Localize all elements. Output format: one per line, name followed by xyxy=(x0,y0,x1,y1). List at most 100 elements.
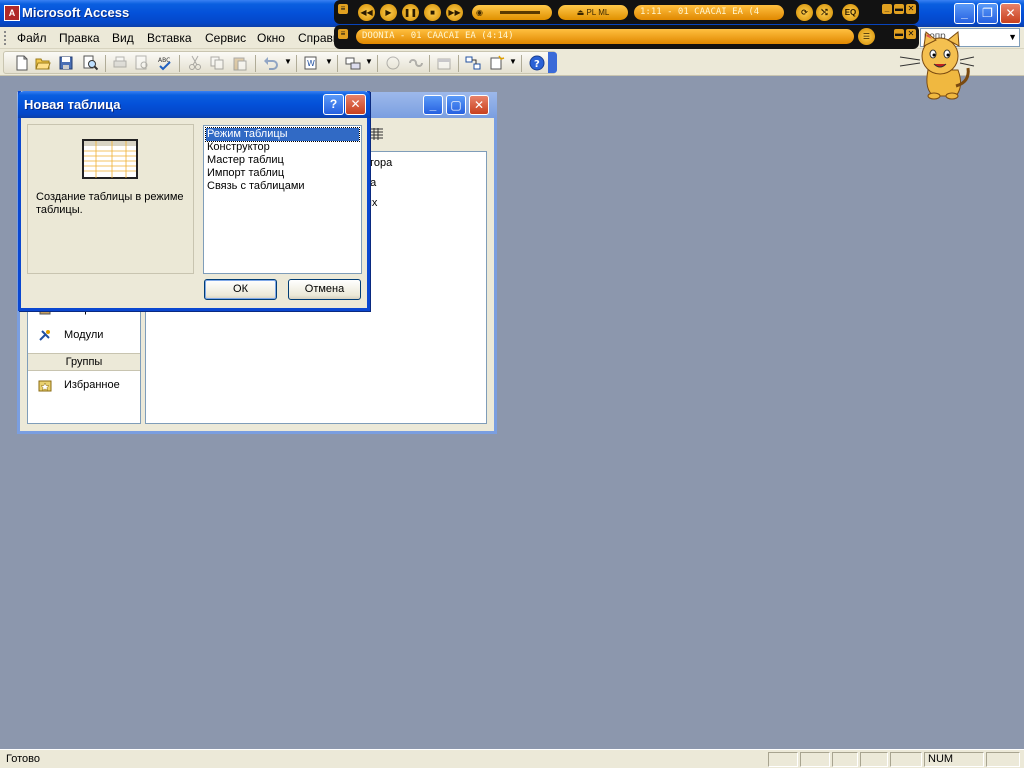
pause-icon[interactable]: ❚❚ xyxy=(402,4,419,21)
table-mode-list[interactable]: Режим таблицы Конструктор Мастер таблиц … xyxy=(203,125,362,274)
new-icon[interactable] xyxy=(14,55,30,71)
dialog-close-button[interactable]: ✕ xyxy=(345,94,366,115)
option-table-wizard[interactable]: Мастер таблиц xyxy=(206,154,359,167)
favorites-icon xyxy=(38,380,52,392)
menu-tools[interactable]: Сервис xyxy=(205,31,246,45)
db-close-button[interactable]: ✕ xyxy=(469,95,489,115)
close-button[interactable]: ✕ xyxy=(1000,3,1021,24)
dialog-help-button[interactable]: ? xyxy=(323,94,344,115)
search-icon[interactable] xyxy=(82,55,98,71)
new-table-dialog: Новая таблица ? ✕ Создание таблицы в реж… xyxy=(18,91,370,311)
access-app-icon: A xyxy=(4,5,20,21)
playlist-list-icon[interactable]: ☰ xyxy=(858,28,875,45)
details-view-icon[interactable] xyxy=(370,127,384,141)
playlist-track-display: DOONIA - 01 CAACAI EA (4:14) xyxy=(356,29,854,44)
spelling-icon[interactable]: ABC xyxy=(157,55,173,71)
save-icon[interactable] xyxy=(58,55,74,71)
option-design-view[interactable]: Конструктор xyxy=(206,141,359,154)
num-lock-indicator: NUM xyxy=(924,752,984,767)
option-datasheet-view[interactable]: Режим таблицы xyxy=(205,127,360,142)
option-import-table[interactable]: Импорт таблиц xyxy=(206,167,359,180)
player-shade-icon[interactable]: ▬ xyxy=(894,4,904,14)
dialog-title: Новая таблица xyxy=(24,97,121,112)
new-object-dropdown-icon[interactable]: ▼ xyxy=(509,57,517,66)
toolbar-separator xyxy=(337,55,338,72)
status-indicator xyxy=(860,752,888,767)
toolbar-separator xyxy=(521,55,522,72)
toolbar-separator xyxy=(377,55,378,72)
db-maximize-button[interactable]: ▢ xyxy=(446,95,466,115)
cut-icon[interactable] xyxy=(187,55,203,71)
office-links-icon[interactable]: W xyxy=(303,55,319,71)
menu-view[interactable]: Вид xyxy=(112,31,134,45)
status-text: Готово xyxy=(6,753,40,765)
status-indicator xyxy=(986,752,1020,767)
option-link-table[interactable]: Связь с таблицами xyxy=(206,180,359,193)
play-icon[interactable]: ▶ xyxy=(380,4,397,21)
chevron-down-icon[interactable]: ▼ xyxy=(1008,32,1017,42)
help-icon[interactable]: ? xyxy=(529,55,545,71)
undo-dropdown-icon[interactable]: ▼ xyxy=(284,57,292,66)
modules-icon xyxy=(39,330,50,341)
menu-insert[interactable]: Вставка xyxy=(147,31,192,45)
toolbar-options-chevron[interactable] xyxy=(548,52,557,73)
eject-icon[interactable]: ⏏ xyxy=(577,8,585,17)
player-pl-label[interactable]: PL xyxy=(586,8,596,17)
repeat-icon[interactable]: ⟳ xyxy=(796,4,813,21)
properties-icon[interactable] xyxy=(436,55,452,71)
svg-text:W: W xyxy=(307,59,315,68)
next-track-icon[interactable]: ▶▶ xyxy=(446,4,463,21)
player-minimize-icon[interactable]: _ xyxy=(882,4,892,14)
copy-icon[interactable] xyxy=(209,55,225,71)
print-preview-icon[interactable] xyxy=(134,55,150,71)
stop-icon[interactable]: ■ xyxy=(424,4,441,21)
player-close-icon[interactable]: ✕ xyxy=(906,4,916,14)
media-player: ≡ ◀◀ ▶ ❚❚ ■ ▶▶ ◉ ⏏ PL ML 1:11 - 01 CAACA… xyxy=(334,0,919,50)
minimize-button[interactable]: _ xyxy=(954,3,975,24)
object-modules-label: Модули xyxy=(64,328,104,341)
svg-text:?: ? xyxy=(534,59,540,70)
group-favorites-label: Избранное xyxy=(64,378,120,391)
relationships-icon[interactable] xyxy=(465,55,481,71)
script-icon[interactable] xyxy=(408,55,424,71)
undo-icon[interactable] xyxy=(263,55,279,71)
status-indicator xyxy=(832,752,858,767)
toolbar-separator xyxy=(105,55,106,72)
preview-panel: Создание таблицы в режиме таблицы. xyxy=(27,124,194,274)
shuffle-icon[interactable]: ⤭ xyxy=(816,4,833,21)
code-icon[interactable] xyxy=(385,55,401,71)
player-menu-icon[interactable]: ≡ xyxy=(338,4,348,14)
office-links-dropdown-icon[interactable]: ▼ xyxy=(325,57,333,66)
menu-edit[interactable]: Правка xyxy=(59,31,100,45)
paste-icon[interactable] xyxy=(232,55,248,71)
analyze-icon[interactable] xyxy=(345,55,361,71)
cancel-button[interactable]: Отмена xyxy=(288,279,361,300)
previous-track-icon[interactable]: ◀◀ xyxy=(358,4,375,21)
new-object-icon[interactable] xyxy=(489,55,505,71)
db-minimize-button[interactable]: _ xyxy=(423,95,443,115)
volume-slider[interactable]: ◉ xyxy=(472,5,552,20)
status-indicator xyxy=(768,752,798,767)
restore-button[interactable]: ❐ xyxy=(977,3,998,24)
menubar-grip[interactable] xyxy=(4,31,7,45)
player-ml-label[interactable]: ML xyxy=(598,8,609,17)
playlist-menu-icon[interactable]: ≡ xyxy=(338,29,348,39)
print-icon[interactable] xyxy=(112,55,128,71)
menu-file[interactable]: Файл xyxy=(17,31,47,45)
player-eject-group[interactable]: ⏏ PL ML xyxy=(558,5,628,20)
ok-button[interactable]: ОК xyxy=(204,279,277,300)
menu-window[interactable]: Окно xyxy=(257,31,285,45)
dialog-title-bar: Новая таблица ? ✕ xyxy=(18,91,370,118)
analyze-dropdown-icon[interactable]: ▼ xyxy=(365,57,373,66)
status-bar: Готово NUM xyxy=(0,749,1024,768)
open-icon[interactable] xyxy=(35,55,51,71)
groups-header[interactable]: Группы xyxy=(28,353,140,371)
status-indicator xyxy=(800,752,830,767)
object-modules[interactable]: Модули xyxy=(38,328,103,342)
dialog-description: Создание таблицы в режиме таблицы. xyxy=(36,191,184,216)
toolbar-separator xyxy=(255,55,256,72)
toolbar-separator xyxy=(429,55,430,72)
group-favorites[interactable]: Избранное xyxy=(38,378,120,392)
player-eq-button[interactable]: EQ xyxy=(842,4,859,21)
player-main-row: ≡ ◀◀ ▶ ❚❚ ■ ▶▶ ◉ ⏏ PL ML 1:11 - 01 CAACA… xyxy=(334,0,919,24)
